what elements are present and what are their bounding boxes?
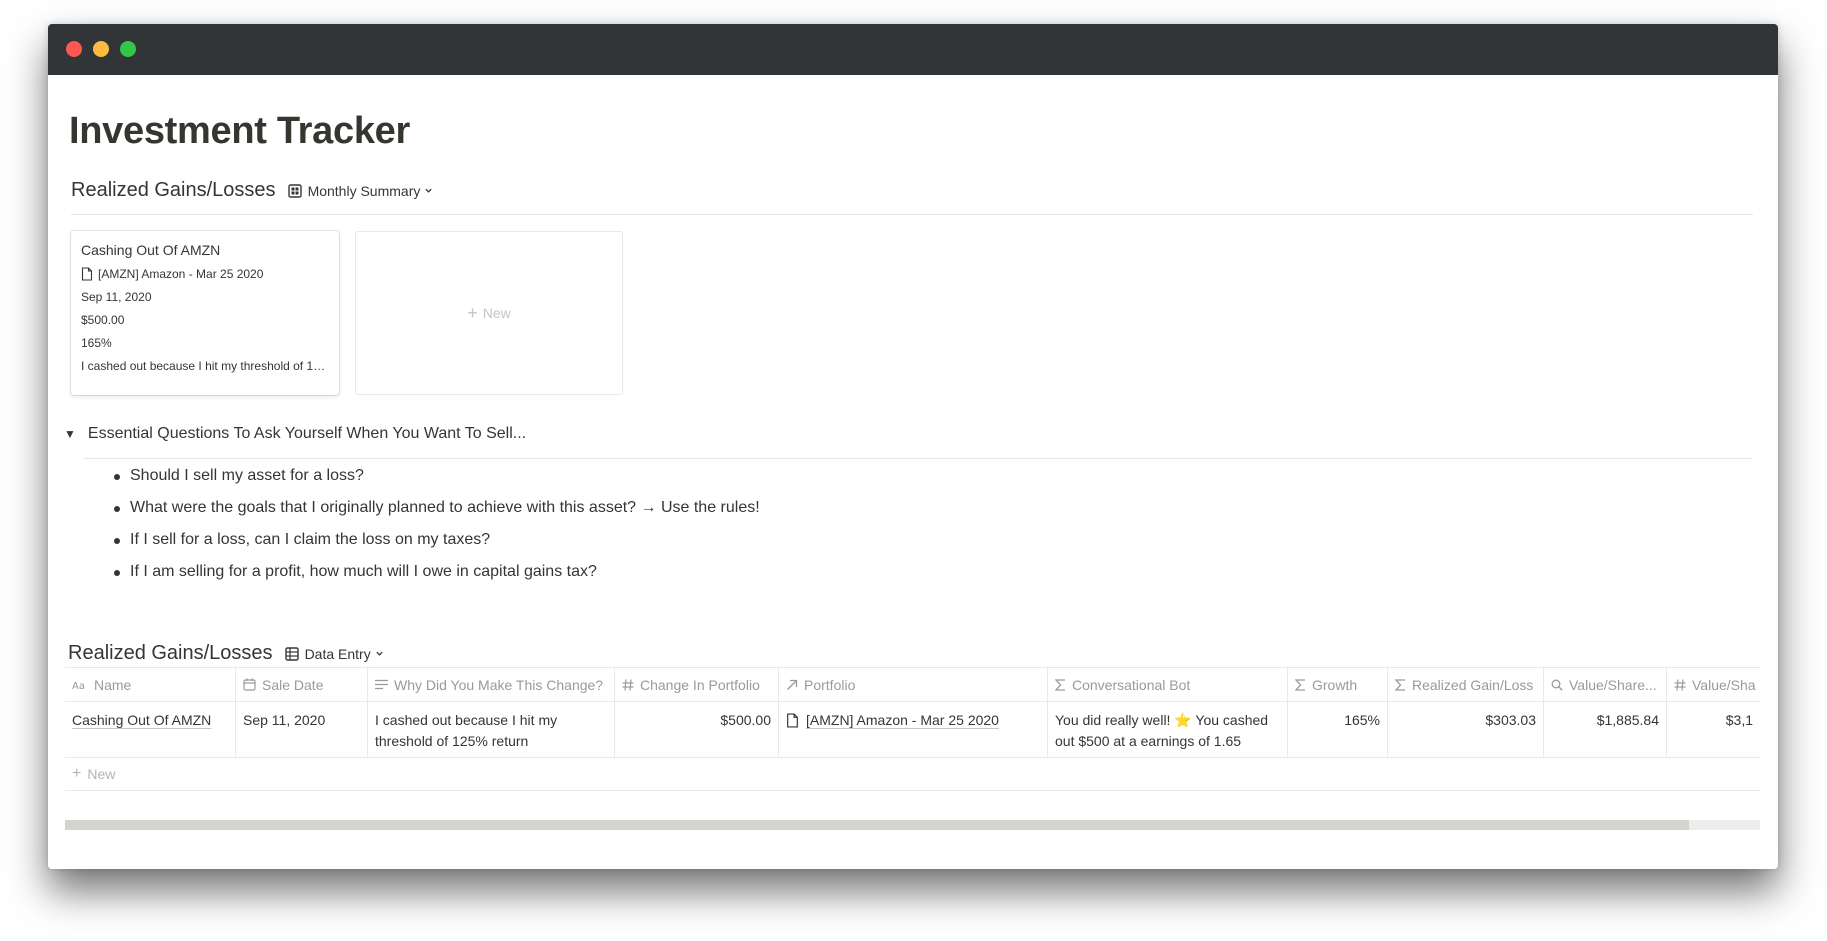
rollup-search-icon [1551, 679, 1563, 691]
cell-change[interactable]: $500.00 [615, 702, 779, 757]
cell-sale-date[interactable]: Sep 11, 2020 [236, 702, 368, 757]
column-header-value-share[interactable]: Value/Share... [1544, 668, 1667, 701]
relation-arrow-icon [786, 679, 798, 691]
column-header-label: Sale Date [262, 676, 324, 693]
column-header-label: Growth [1312, 676, 1358, 693]
zoom-window-button[interactable] [120, 41, 136, 57]
cell-portfolio[interactable]: [AMZN] Amazon - Mar 25 2020 [779, 702, 1048, 757]
gallery-view-title[interactable]: Realized Gains/Losses [71, 179, 276, 202]
column-header-label: Portfolio [804, 676, 856, 693]
toggle-label: Essential Questions To Ask Yourself When… [87, 425, 527, 442]
table-view-icon [284, 646, 299, 661]
window-titlebar [48, 24, 1778, 75]
chevron-down-icon [376, 651, 383, 656]
column-header-label: Value/Sha [1692, 676, 1756, 693]
cell-value-share-2[interactable]: $3,1 [1667, 702, 1760, 757]
text-type-icon: Aa [72, 679, 88, 691]
cell-why[interactable]: I cashed out because I hit my threshold … [368, 702, 615, 757]
table-view-title[interactable]: Realized Gains/Losses [68, 642, 273, 665]
chevron-down-icon [425, 188, 433, 193]
formula-icon [1395, 678, 1406, 691]
database-table: Aa Name Sale Date Why Did You Make This … [65, 667, 1760, 791]
bullet-list: Should I sell my asset for a loss? What … [114, 460, 760, 588]
column-header-label: Value/Share... [1569, 676, 1657, 693]
new-card-button[interactable]: + New [355, 231, 623, 395]
column-header-bot[interactable]: Conversational Bot [1048, 668, 1288, 701]
card-relation[interactable]: [AMZN] Amazon - Mar 25 2020 [81, 267, 329, 281]
scrollbar-thumb[interactable] [65, 820, 1689, 830]
minimize-window-button[interactable] [93, 41, 109, 57]
card-amount: $500.00 [81, 313, 125, 327]
list-item: Should I sell my asset for a loss? [114, 460, 760, 492]
column-header-label: Conversational Bot [1072, 676, 1191, 693]
table-header-row: Aa Name Sale Date Why Did You Make This … [65, 667, 1760, 702]
cell-realized[interactable]: $303.03 [1388, 702, 1544, 757]
card-note: I cashed out because I hit my threshold … [81, 359, 329, 373]
list-item: If I am selling for a profit, how much w… [114, 556, 760, 588]
formula-icon [1055, 678, 1066, 691]
calendar-icon [243, 678, 256, 691]
view-switcher-data-entry[interactable]: Data Entry [284, 645, 390, 662]
column-header-label: Change In Portfolio [640, 676, 760, 693]
view-switcher-label: Data Entry [304, 645, 371, 662]
bot-text-start: You did really well! [1055, 712, 1171, 728]
gallery-card[interactable]: Cashing Out Of AMZN [AMZN] Amazon - Mar … [71, 231, 339, 395]
number-icon [1674, 678, 1686, 691]
divider [71, 214, 1753, 215]
cell-bot[interactable]: You did really well! ⭐ You cashed out $5… [1048, 702, 1288, 757]
card-date: Sep 11, 2020 [81, 290, 152, 304]
svg-text:Aa: Aa [72, 681, 85, 691]
star-emoji-icon: ⭐ [1174, 712, 1192, 728]
column-header-growth[interactable]: Growth [1288, 668, 1388, 701]
horizontal-scrollbar[interactable] [65, 820, 1760, 830]
column-header-name[interactable]: Aa Name [65, 668, 236, 701]
page-icon [81, 267, 93, 281]
card-relation-label: [AMZN] Amazon - Mar 25 2020 [98, 267, 264, 281]
view-switcher-monthly-summary[interactable]: Monthly Summary [287, 182, 440, 199]
table-row[interactable]: Cashing Out Of AMZN Sep 11, 2020 I cashe… [65, 702, 1760, 758]
card-growth: 165% [81, 336, 112, 350]
column-header-why[interactable]: Why Did You Make This Change? [368, 668, 615, 701]
column-header-portfolio[interactable]: Portfolio [779, 668, 1048, 701]
formula-icon [1295, 678, 1306, 691]
cell-name[interactable]: Cashing Out Of AMZN [65, 702, 236, 757]
close-window-button[interactable] [66, 41, 82, 57]
add-row-button[interactable]: + New [65, 758, 1760, 791]
column-header-label: Why Did You Make This Change? [394, 676, 604, 693]
view-switcher-label: Monthly Summary [307, 182, 421, 199]
column-header-label: Name [94, 676, 132, 693]
gallery-view-header: Realized Gains/Losses Monthly Summary [71, 179, 439, 202]
gallery-view-icon [287, 183, 302, 198]
list-item: If I sell for a loss, can I claim the lo… [114, 524, 760, 556]
plus-icon: + [72, 765, 82, 782]
portfolio-link[interactable]: [AMZN] Amazon - Mar 25 2020 [806, 710, 999, 731]
plus-icon: + [467, 302, 478, 323]
card-title: Cashing Out Of AMZN [81, 242, 221, 258]
toggle-triangle-icon[interactable]: ▼ [64, 427, 76, 441]
column-header-change[interactable]: Change In Portfolio [615, 668, 779, 701]
table-view-header: Realized Gains/Losses Data Entry [68, 642, 390, 665]
number-icon [622, 678, 634, 691]
toggle-block[interactable]: ▼ Essential Questions To Ask Yourself Wh… [64, 425, 526, 443]
text-lines-icon [375, 679, 388, 690]
add-row-label: New [87, 766, 116, 782]
cell-value-share[interactable]: $1,885.84 [1544, 702, 1667, 757]
column-header-sale-date[interactable]: Sale Date [236, 668, 368, 701]
column-header-realized[interactable]: Realized Gain/Loss [1388, 668, 1544, 701]
new-card-label: New [482, 305, 511, 321]
page-title: Investment Tracker [69, 110, 410, 152]
column-header-label: Realized Gain/Loss [1412, 676, 1534, 693]
list-item: What were the goals that I originally pl… [114, 492, 760, 524]
row-title-link[interactable]: Cashing Out Of AMZN [72, 712, 211, 728]
page-icon [787, 713, 798, 728]
divider [84, 458, 1752, 459]
cell-growth[interactable]: 165% [1288, 702, 1388, 757]
column-header-value-share-2[interactable]: Value/Sha [1667, 668, 1760, 701]
app-window: Investment Tracker Realized Gains/Losses… [48, 24, 1778, 869]
